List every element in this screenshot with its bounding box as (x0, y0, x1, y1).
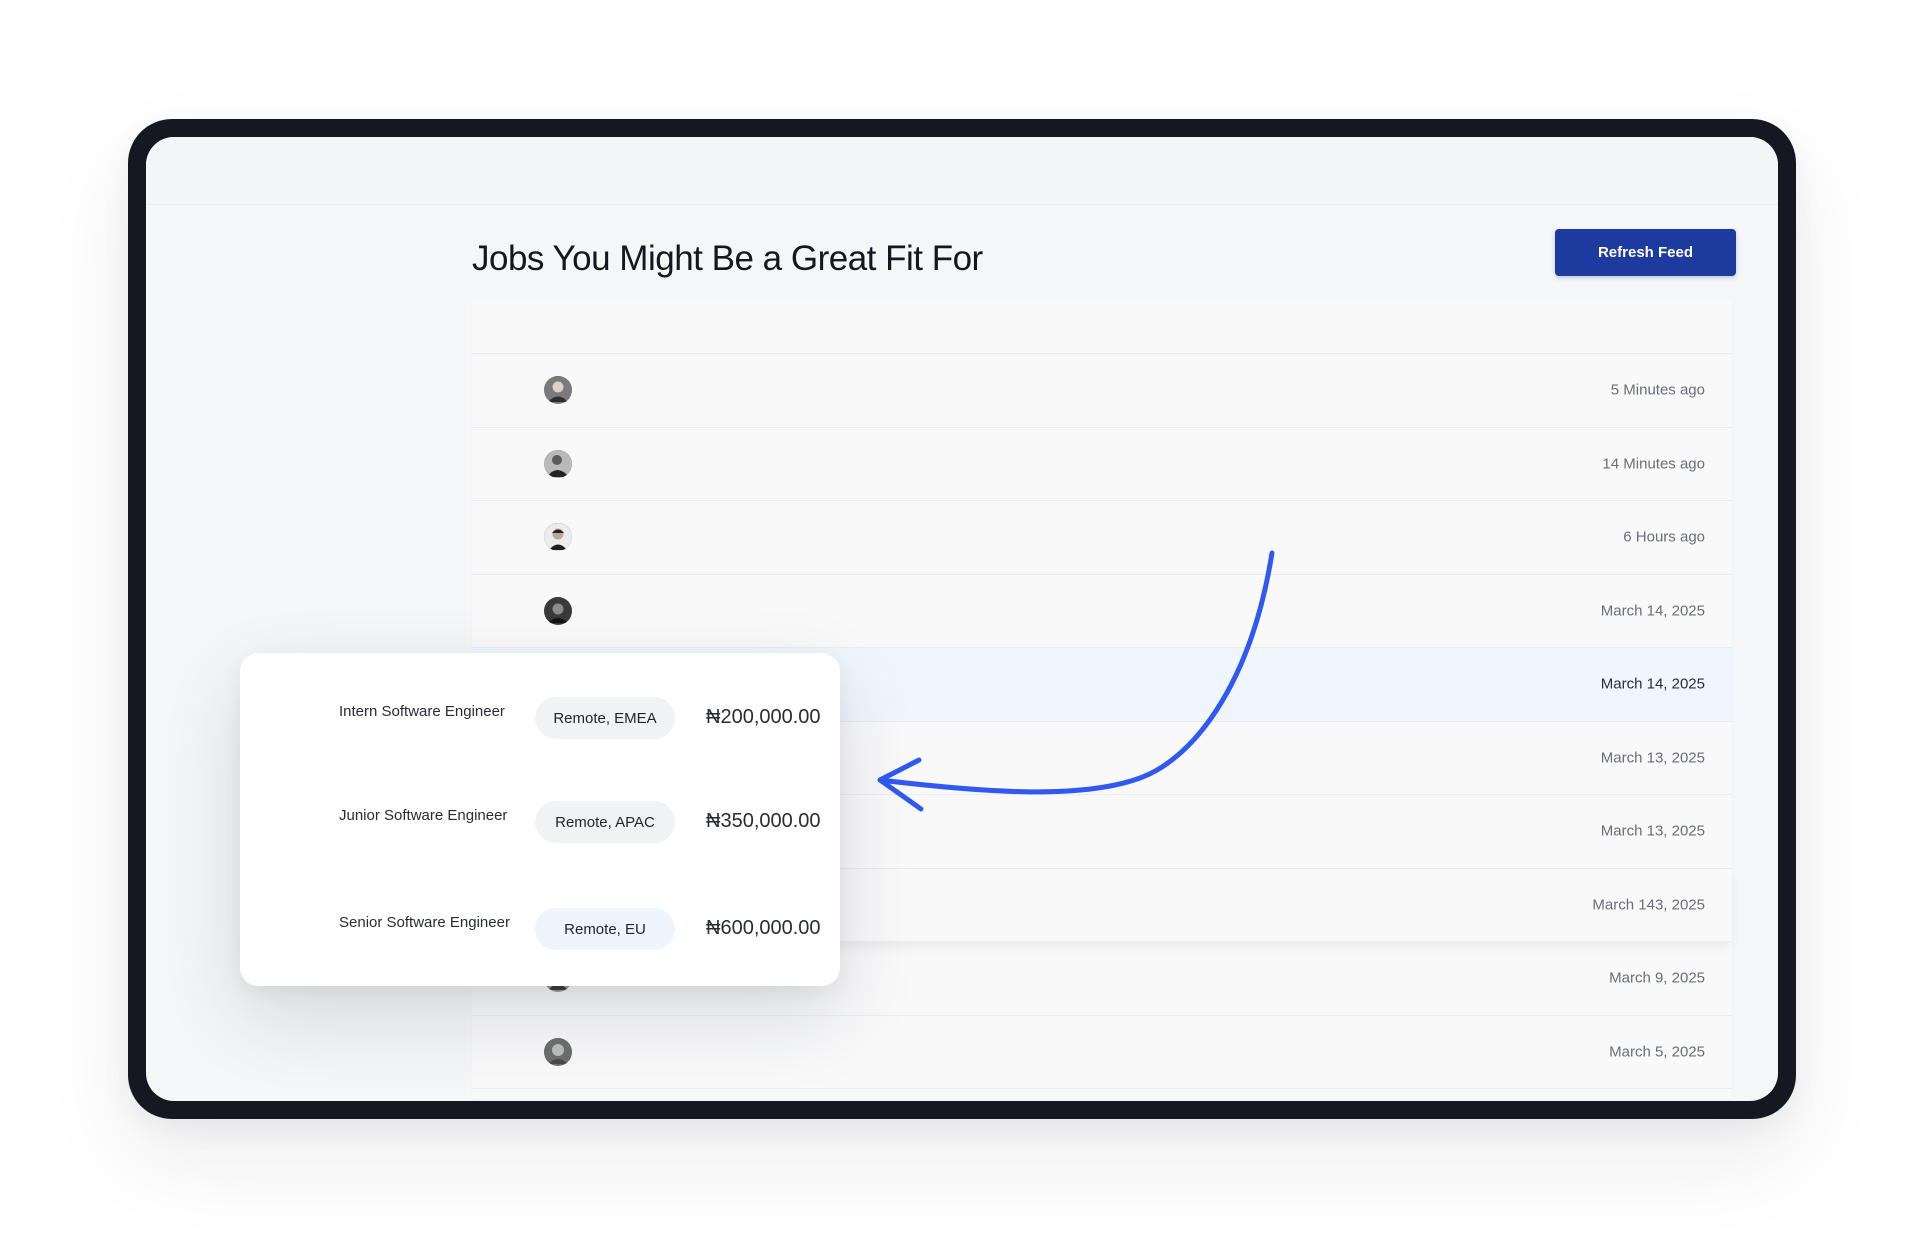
avatar (544, 376, 572, 405)
avatar (544, 596, 572, 625)
top-bar (146, 137, 1778, 205)
salary: ₦200,000.00 (706, 706, 821, 728)
feed-row[interactable]: 14 Minutes ago (472, 428, 1732, 501)
job-item[interactable]: Intern Software Engineer Remote, EMEA ₦2… (240, 697, 840, 741)
job-title: Senior Software Engineer (339, 914, 510, 931)
row-timestamp: March 14, 2025 (1600, 675, 1705, 693)
location-pill: Remote, EMEA (535, 697, 675, 739)
feed-header (472, 299, 1732, 354)
job-title: Intern Software Engineer (339, 703, 505, 720)
row-timestamp: March 14, 2025 (1600, 602, 1705, 620)
page-title: Jobs You Might Be a Great Fit For (472, 239, 983, 278)
avatar (544, 1037, 572, 1066)
location-pill: Remote, APAC (535, 801, 675, 843)
feed-row[interactable]: March 14, 2025 (472, 575, 1732, 648)
feed-row[interactable]: 5 Minutes ago (472, 354, 1732, 428)
salary: ₦600,000.00 (706, 917, 821, 939)
row-timestamp: March 9, 2025 (1609, 969, 1705, 987)
row-timestamp: March 5, 2025 (1609, 1043, 1705, 1061)
avatar (544, 449, 572, 478)
job-title: Junior Software Engineer (339, 807, 508, 824)
refresh-feed-button[interactable]: Refresh Feed (1555, 229, 1736, 276)
salary: ₦350,000.00 (706, 810, 821, 832)
feed-row[interactable]: 6 Hours ago (472, 501, 1732, 575)
row-timestamp: 5 Minutes ago (1610, 381, 1705, 399)
job-item[interactable]: Senior Software Engineer Remote, EU ₦600… (240, 908, 840, 952)
row-timestamp: March 143, 2025 (1592, 896, 1705, 914)
row-timestamp: March 13, 2025 (1600, 749, 1705, 767)
row-timestamp: March 13, 2025 (1600, 822, 1705, 840)
location-pill: Remote, EU (535, 908, 675, 950)
feed-row[interactable]: March 5, 2025 (472, 1016, 1732, 1089)
avatar (544, 523, 572, 552)
job-item[interactable]: Junior Software Engineer Remote, APAC ₦3… (240, 801, 840, 845)
job-matches-card: Intern Software Engineer Remote, EMEA ₦2… (240, 653, 840, 986)
row-timestamp: 6 Hours ago (1623, 528, 1705, 546)
row-timestamp: 14 Minutes ago (1602, 455, 1705, 473)
